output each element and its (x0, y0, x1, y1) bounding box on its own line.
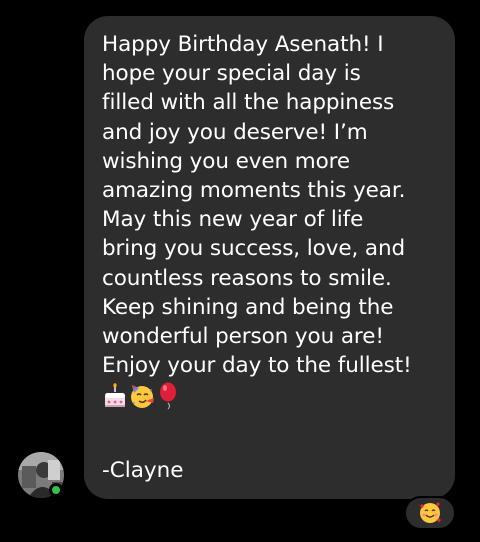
emoji-row (102, 382, 441, 410)
message-line: May this new year of life (102, 207, 364, 233)
message-bubble[interactable]: Happy Birthday Asenath! I hope your spec… (84, 16, 455, 499)
message-line: filled with all the happiness (102, 90, 395, 116)
message-text: Happy Birthday Asenath! I hope your spec… (102, 30, 441, 380)
balloon-icon (160, 382, 176, 410)
message-line: hope your special day is (102, 61, 361, 87)
online-status-dot (49, 483, 63, 497)
message-line: and joy you deserve! I’m (102, 119, 368, 145)
message-signature: -Clayne (102, 458, 184, 483)
message-line: Enjoy your day to the fullest! (102, 353, 412, 379)
message-line: wishing you even more (102, 148, 351, 174)
message-line: Keep shining and being the (102, 294, 394, 320)
message-line: bring you success, love, and (102, 236, 406, 262)
message-line: wonderful person you are! (102, 324, 384, 350)
partying-face-icon (131, 385, 154, 409)
message-line: countless reasons to smile. (102, 265, 392, 291)
smiling-face-with-hearts-icon (420, 502, 441, 523)
message-line: amazing moments this year. (102, 178, 406, 204)
message-line: Happy Birthday Asenath! I (102, 32, 384, 57)
avatar[interactable] (18, 452, 64, 498)
birthday-cake-icon (105, 383, 125, 408)
message-reaction[interactable] (404, 496, 456, 530)
